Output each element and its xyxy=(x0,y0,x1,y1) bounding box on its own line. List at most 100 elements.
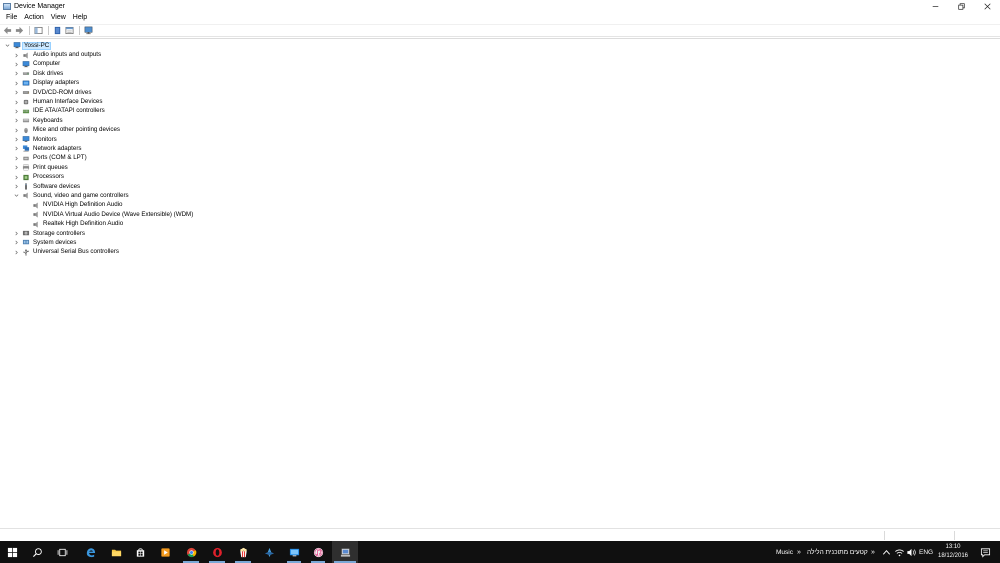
tray-overflow-chevron-icon[interactable]: » xyxy=(797,541,801,563)
expand-chevron-icon[interactable] xyxy=(13,89,20,96)
expand-chevron-icon[interactable] xyxy=(13,99,20,106)
music-note-icon xyxy=(313,547,323,557)
expand-chevron-icon[interactable] xyxy=(13,117,20,124)
taskbar-clock[interactable]: 13:10 18/12/2016 xyxy=(936,543,970,561)
popcorn-icon xyxy=(239,547,247,557)
taskbar-opera[interactable] xyxy=(204,541,230,563)
tray-music-label[interactable]: Music xyxy=(776,541,793,563)
tree-category-node[interactable]: Monitors xyxy=(0,135,1000,144)
network-tray-button[interactable] xyxy=(893,541,905,563)
tree-category-node[interactable]: Audio inputs and outputs xyxy=(0,50,1000,59)
collapse-chevron-icon[interactable] xyxy=(13,192,20,199)
device-tree[interactable]: Yossi-PC Audio inputs and outputs Computer… xyxy=(0,38,1000,528)
menu-action[interactable]: Action xyxy=(21,14,47,21)
expand-chevron-icon[interactable] xyxy=(13,230,20,237)
taskbar-store[interactable] xyxy=(128,541,152,563)
scan-for-hardware-changes-button[interactable] xyxy=(83,25,94,36)
taskbar-media-player[interactable] xyxy=(153,541,177,563)
help-button[interactable] xyxy=(52,25,63,36)
tree-category-node[interactable]: Ports (COM & LPT) xyxy=(0,154,1000,163)
menu-view[interactable]: View xyxy=(48,14,70,21)
tree-category-node[interactable]: IDE ATA/ATAPI controllers xyxy=(0,107,1000,116)
tree-device-node[interactable]: NVIDIA Virtual Audio Device (Wave Extens… xyxy=(0,210,1000,219)
speaker-icon xyxy=(32,211,40,218)
tree-category-node[interactable]: Sound, video and game controllers xyxy=(0,191,1000,200)
restore-icon xyxy=(957,2,965,10)
taskbar-edge[interactable] xyxy=(78,541,102,563)
taskbar-itunes[interactable] xyxy=(306,541,330,563)
menu-file[interactable]: File xyxy=(3,14,21,21)
display-adapter-icon xyxy=(22,80,30,87)
close-button[interactable] xyxy=(974,0,1000,12)
minimize-button[interactable] xyxy=(922,0,948,12)
tree-category-node[interactable]: Computer xyxy=(0,60,1000,69)
start-button[interactable] xyxy=(0,541,24,563)
processor-icon xyxy=(22,174,30,181)
properties-button[interactable] xyxy=(64,25,75,36)
search-button[interactable] xyxy=(26,541,48,563)
tree-category-node[interactable]: Storage controllers xyxy=(0,229,1000,238)
tree-category-label: Network adapters xyxy=(33,144,82,152)
tree-category-node[interactable]: DVD/CD-ROM drives xyxy=(0,88,1000,97)
expand-chevron-icon[interactable] xyxy=(13,52,20,59)
tree-device-node[interactable]: NVIDIA High Definition Audio xyxy=(0,201,1000,210)
tree-category-node[interactable]: Universal Serial Bus controllers xyxy=(0,248,1000,257)
taskbar-remote-desktop[interactable] xyxy=(282,541,306,563)
show-hidden-icons-button[interactable] xyxy=(880,541,892,563)
tray-hebrew-label[interactable]: קטעים מתוכנית הלילה xyxy=(807,541,868,563)
taskbar-popcorn-app[interactable] xyxy=(230,541,256,563)
taskbar-app[interactable] xyxy=(256,541,282,563)
minimize-icon xyxy=(932,5,938,7)
taskbar-device-manager[interactable] xyxy=(332,541,358,563)
volume-tray-button[interactable] xyxy=(905,541,917,563)
input-language-indicator[interactable]: ENG xyxy=(919,541,933,563)
status-bar-divider xyxy=(884,531,885,540)
expand-chevron-icon[interactable] xyxy=(13,145,20,152)
device-manager-icon xyxy=(340,548,350,557)
expand-chevron-icon[interactable] xyxy=(13,174,20,181)
tree-category-node[interactable]: Network adapters xyxy=(0,144,1000,153)
tree-category-node[interactable]: Human Interface Devices xyxy=(0,97,1000,106)
expand-chevron-icon[interactable] xyxy=(13,108,20,115)
tree-category-label: Storage controllers xyxy=(33,229,85,237)
speaker-icon xyxy=(32,202,40,209)
tree-root-node[interactable]: Yossi-PC xyxy=(0,41,1000,50)
menu-help[interactable]: Help xyxy=(70,14,91,21)
expand-chevron-icon[interactable] xyxy=(13,61,20,68)
tree-category-node[interactable]: System devices xyxy=(0,238,1000,247)
action-center-button[interactable] xyxy=(974,541,996,563)
forward-button[interactable] xyxy=(14,25,25,36)
expand-chevron-icon[interactable] xyxy=(13,183,20,190)
port-icon xyxy=(22,155,30,162)
expand-chevron-icon[interactable] xyxy=(13,239,20,246)
printer-icon xyxy=(22,164,30,171)
expand-chevron-icon[interactable] xyxy=(13,164,20,171)
tree-category-label: System devices xyxy=(33,238,77,246)
collapse-chevron-icon[interactable] xyxy=(4,42,11,49)
taskbar-chrome[interactable] xyxy=(178,541,204,563)
tree-device-node[interactable]: Realtek High Definition Audio xyxy=(0,219,1000,228)
title-bar[interactable]: Device Manager xyxy=(0,0,1000,12)
close-icon xyxy=(983,2,991,10)
tree-category-node[interactable]: Software devices xyxy=(0,182,1000,191)
expand-chevron-icon[interactable] xyxy=(13,155,20,162)
taskbar-file-explorer[interactable] xyxy=(104,541,128,563)
expand-chevron-icon[interactable] xyxy=(13,80,20,87)
tree-category-node[interactable]: Display adapters xyxy=(0,79,1000,88)
show-hide-console-tree-button[interactable] xyxy=(33,25,44,36)
tree-category-node[interactable]: Mice and other pointing devices xyxy=(0,126,1000,135)
tree-category-node[interactable]: Print queues xyxy=(0,163,1000,172)
restore-button[interactable] xyxy=(948,0,974,12)
storage-controller-icon xyxy=(22,230,30,237)
tree-category-node[interactable]: Processors xyxy=(0,172,1000,181)
network-adapter-icon xyxy=(22,145,30,152)
expand-chevron-icon[interactable] xyxy=(13,127,20,134)
expand-chevron-icon[interactable] xyxy=(13,249,20,256)
expand-chevron-icon[interactable] xyxy=(13,70,20,77)
task-view-button[interactable] xyxy=(50,541,74,563)
tree-category-node[interactable]: Disk drives xyxy=(0,69,1000,78)
tree-category-node[interactable]: Keyboards xyxy=(0,116,1000,125)
back-button[interactable] xyxy=(2,25,13,36)
tray-overflow-chevron-icon[interactable]: » xyxy=(871,541,875,563)
expand-chevron-icon[interactable] xyxy=(13,136,20,143)
